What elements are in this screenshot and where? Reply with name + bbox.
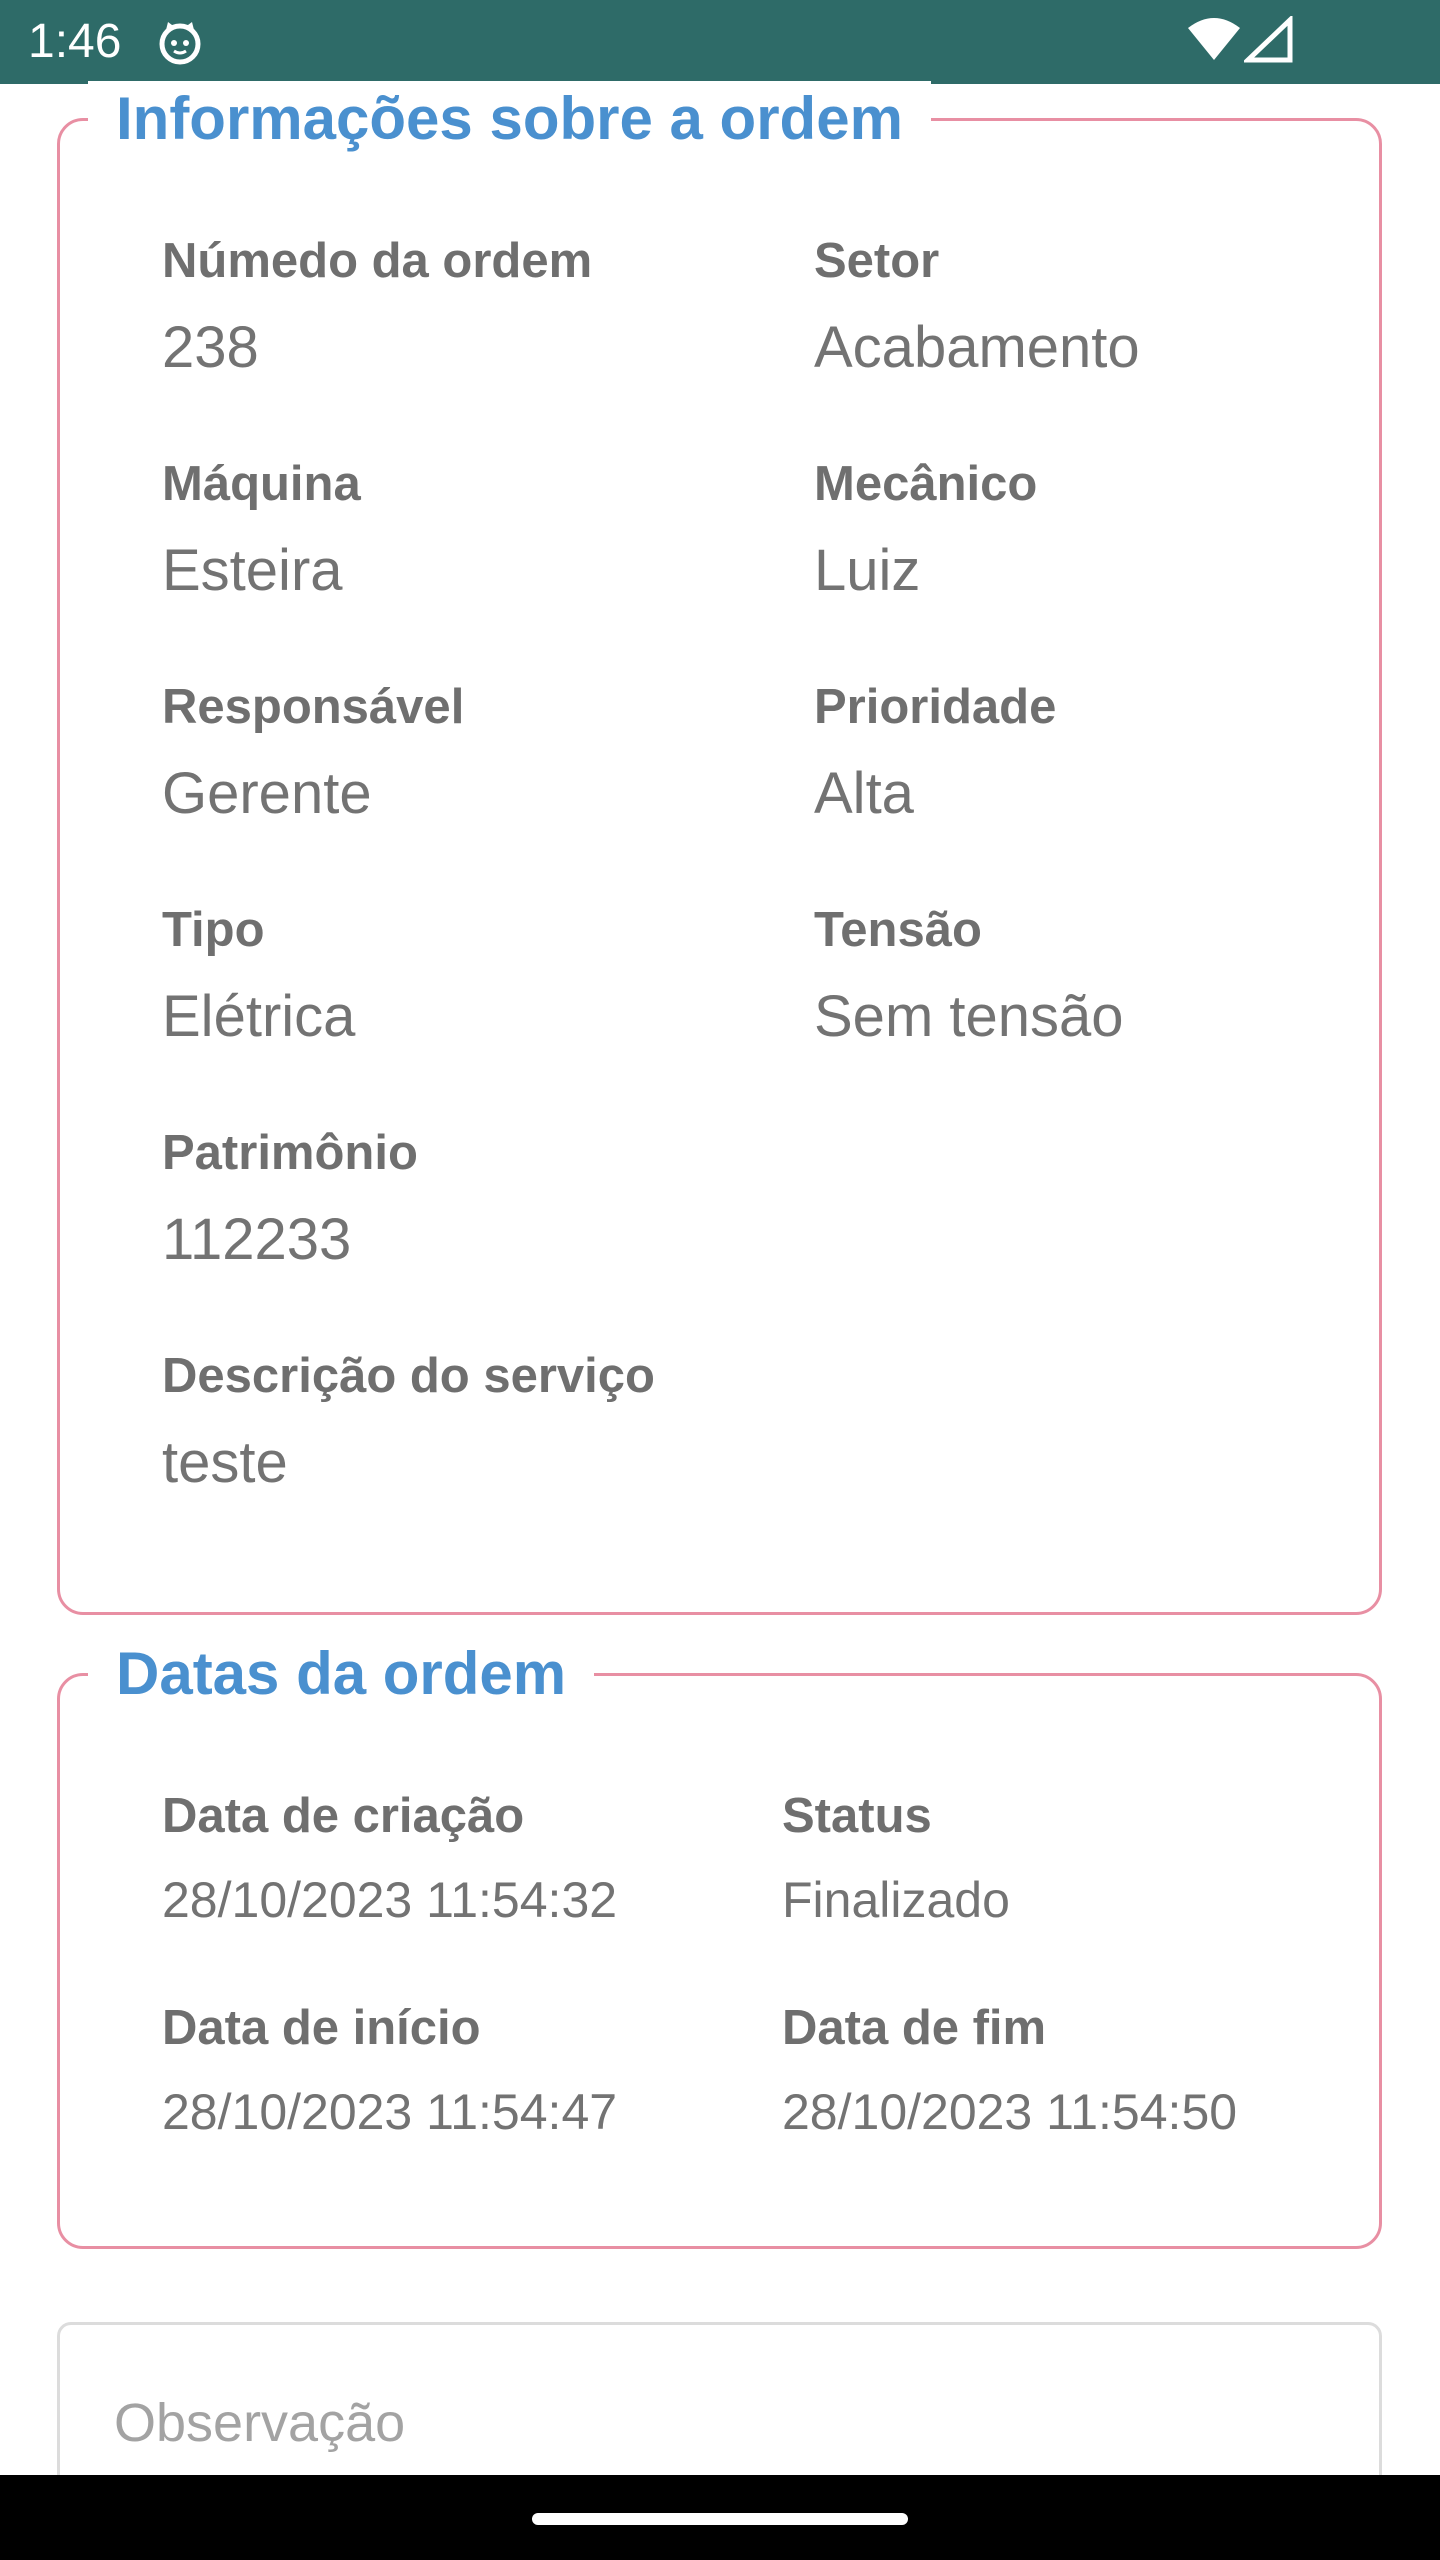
field-label: Data de fim: [782, 2001, 1047, 2055]
field-responsible: Responsável Gerente: [162, 677, 464, 829]
field-order-number: Númedo da ordem 238: [162, 231, 592, 383]
field-mechanic: Mecânico Luiz: [814, 454, 1037, 606]
field-value: Finalizado: [782, 1872, 1010, 1928]
field-value: Esteira: [162, 538, 343, 603]
field-label: Status: [782, 1789, 932, 1843]
field-value: 28/10/2023 11:54:47: [162, 2084, 618, 2140]
field-asset: Patrimônio 112233: [162, 1123, 418, 1275]
field-value: Alta: [814, 761, 914, 826]
field-value: Sem tensão: [814, 984, 1124, 1049]
home-gesture-handle[interactable]: [532, 2513, 908, 2525]
order-dates-legend: Datas da ordem: [88, 1636, 595, 1712]
field-label: Tensão: [814, 903, 982, 957]
field-label: Patrimônio: [162, 1126, 418, 1180]
field-start-date: Data de início 28/10/2023 11:54:47: [162, 1998, 617, 2142]
field-value: 112233: [162, 1207, 352, 1272]
order-details-screen: 1:46 Informações sobre a ordem Númedo da…: [0, 0, 1440, 2560]
field-type: Tipo Elétrica: [162, 900, 355, 1052]
order-info-card: Informações sobre a ordem Númedo da orde…: [57, 81, 1382, 1615]
field-value: Elétrica: [162, 984, 356, 1049]
field-label: Númedo da ordem: [162, 234, 593, 288]
field-end-date: Data de fim 28/10/2023 11:54:50: [782, 1998, 1237, 2142]
field-value: 238: [162, 315, 259, 380]
field-label: Máquina: [162, 457, 361, 511]
field-value: teste: [162, 1430, 288, 1495]
field-machine: Máquina Esteira: [162, 454, 361, 606]
field-service-description: Descrição do serviço teste: [162, 1346, 655, 1498]
field-value: 28/10/2023 11:54:32: [162, 1872, 618, 1928]
field-label: Mecânico: [814, 457, 1038, 511]
order-info-legend: Informações sobre a ordem: [88, 81, 931, 157]
field-value: Acabamento: [814, 315, 1140, 380]
field-value: Luiz: [814, 538, 921, 603]
field-label: Data de início: [162, 2001, 481, 2055]
field-created-date: Data de criação 28/10/2023 11:54:32: [162, 1786, 617, 1930]
field-label: Setor: [814, 234, 940, 288]
field-sector: Setor Acabamento: [814, 231, 1140, 383]
field-label: Data de criação: [162, 1789, 525, 1843]
status-bar: 1:46: [0, 0, 1440, 84]
field-label: Prioridade: [814, 680, 1057, 734]
status-time: 1:46: [28, 15, 122, 68]
cell-signal-icon: [1241, 14, 1294, 64]
field-value: Gerente: [162, 761, 372, 826]
observation-placeholder: Observação: [114, 2393, 406, 2453]
wifi-icon: [1186, 16, 1242, 64]
field-voltage: Tensão Sem tensão: [814, 900, 1124, 1052]
field-label: Tipo: [162, 903, 265, 957]
field-value: 28/10/2023 11:54:50: [782, 2084, 1238, 2140]
field-status: Status Finalizado: [782, 1786, 1010, 1930]
field-priority: Prioridade Alta: [814, 677, 1056, 829]
order-dates-card: Datas da ordem Data de criação 28/10/202…: [57, 1636, 1382, 2249]
field-label: Descrição do serviço: [162, 1349, 655, 1403]
app-notification-icon: [156, 18, 204, 66]
navigation-bar: [0, 2475, 1440, 2560]
field-label: Responsável: [162, 680, 465, 734]
